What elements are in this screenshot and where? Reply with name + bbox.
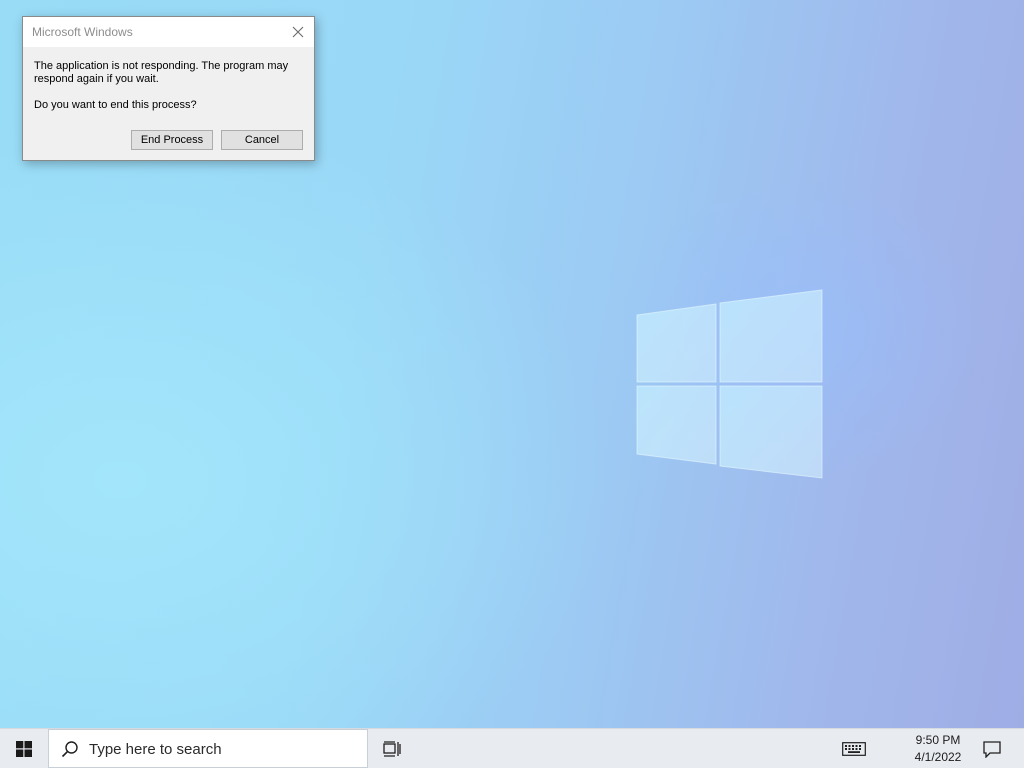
wallpaper-windows-logo-icon	[636, 289, 823, 479]
taskbar-clock[interactable]: 9:50 PM 4/1/2022	[896, 732, 980, 766]
desktop[interactable]: Microsoft Windows The application is not…	[0, 0, 1024, 728]
clock-date: 4/1/2022	[914, 750, 962, 764]
dialog-titlebar[interactable]: Microsoft Windows	[23, 17, 314, 47]
dialog-title: Microsoft Windows	[32, 25, 133, 39]
dialog-message: The application is not responding. The p…	[34, 60, 289, 85]
keyboard-icon	[842, 742, 866, 756]
task-view-icon	[383, 741, 401, 757]
search-placeholder: Type here to search	[89, 741, 222, 758]
action-center-button[interactable]	[972, 729, 1012, 769]
taskbar: Type here to search 9:50 PM 4/1/2022	[0, 728, 1024, 768]
notification-icon	[983, 740, 1001, 758]
search-box[interactable]: Type here to search	[48, 729, 368, 768]
not-responding-dialog: Microsoft Windows The application is not…	[22, 16, 315, 161]
cancel-button[interactable]: Cancel	[221, 130, 303, 150]
task-view-button[interactable]	[372, 729, 412, 769]
start-button[interactable]	[0, 729, 48, 769]
dialog-close-button[interactable]	[282, 17, 314, 47]
dialog-question: Do you want to end this process?	[34, 99, 197, 111]
windows-logo-icon	[16, 741, 32, 757]
close-icon	[292, 26, 304, 38]
clock-time: 9:50 PM	[915, 733, 961, 747]
search-icon	[61, 741, 78, 758]
touch-keyboard-button[interactable]	[834, 729, 874, 769]
end-process-button[interactable]: End Process	[131, 130, 213, 150]
